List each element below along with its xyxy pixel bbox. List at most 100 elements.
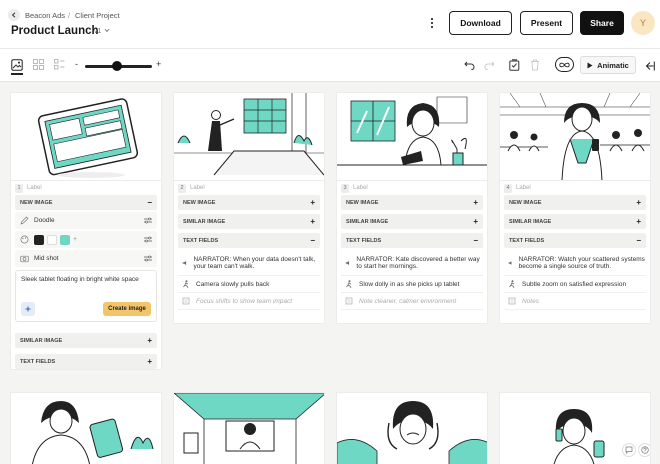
list-view-button[interactable] bbox=[54, 59, 65, 70]
panel-label[interactable]: Label bbox=[27, 185, 42, 191]
panel-image-5[interactable] bbox=[10, 392, 162, 464]
present-button[interactable]: Present bbox=[520, 11, 573, 35]
select-all-button[interactable] bbox=[509, 59, 520, 71]
action-field[interactable]: Subtle zoom on satisfied expression bbox=[504, 276, 646, 293]
collapse-toggle[interactable]: − bbox=[636, 236, 641, 245]
similar-image-section[interactable]: SIMILAR IMAGE + bbox=[341, 214, 483, 229]
version-selector[interactable]: v1 bbox=[94, 28, 101, 35]
panel-label[interactable]: Label bbox=[353, 185, 368, 191]
page-title: Product Launch bbox=[11, 25, 99, 37]
similar-image-section[interactable]: SIMILAR IMAGE + bbox=[15, 333, 157, 348]
collapse-toggle[interactable]: − bbox=[473, 236, 478, 245]
user-avatar[interactable]: Y bbox=[631, 11, 655, 35]
new-image-section[interactable]: NEW IMAGE + bbox=[504, 195, 646, 210]
action-field[interactable]: Slow dolly in as she picks up tablet bbox=[341, 276, 483, 293]
text-fields-section[interactable]: TEXT FIELDS − bbox=[341, 233, 483, 248]
breadcrumb-project[interactable]: Client Project bbox=[75, 11, 120, 20]
section-title: SIMILAR IMAGE bbox=[346, 218, 389, 225]
more-options-icon[interactable] bbox=[430, 17, 434, 29]
prompt-input[interactable]: Sleek tablet floating in bright white sp… bbox=[15, 270, 157, 322]
panel-card-1[interactable]: 1 Label NEW IMAGE − Doodle + Mid shot Sl… bbox=[10, 92, 162, 370]
text-fields-section[interactable]: TEXT FIELDS − bbox=[504, 233, 646, 248]
zoom-in-button[interactable]: + bbox=[156, 59, 161, 69]
animatic-button[interactable]: Animatic bbox=[580, 56, 636, 74]
collapse-toggle[interactable]: − bbox=[147, 198, 152, 207]
text-fields-section[interactable]: TEXT FIELDS − bbox=[178, 233, 320, 248]
expand-toggle[interactable]: + bbox=[473, 198, 478, 207]
back-button[interactable] bbox=[8, 9, 20, 21]
add-color-button[interactable]: + bbox=[73, 236, 77, 243]
new-image-section[interactable]: NEW IMAGE − bbox=[15, 195, 157, 210]
color-swatch-teal[interactable] bbox=[60, 234, 70, 245]
expand-toggle[interactable]: + bbox=[636, 217, 641, 226]
panel-label[interactable]: Label bbox=[190, 185, 205, 191]
section-title: NEW IMAGE bbox=[20, 199, 53, 206]
panel-card-4[interactable]: 4 Label NEW IMAGE + SIMILAR IMAGE + TEXT F… bbox=[499, 92, 651, 324]
adjust-icon[interactable] bbox=[144, 255, 152, 262]
collapse-toggle[interactable]: − bbox=[310, 236, 315, 245]
expand-toggle[interactable]: + bbox=[310, 217, 315, 226]
section-title: NEW IMAGE bbox=[509, 199, 542, 206]
adjust-icon[interactable] bbox=[144, 236, 152, 243]
image-view-button[interactable] bbox=[11, 59, 23, 75]
shot-type-selector[interactable]: Mid shot bbox=[15, 250, 157, 267]
expand-toggle[interactable]: + bbox=[147, 336, 152, 345]
collapse-right-icon bbox=[645, 61, 655, 71]
sparkle-icon[interactable] bbox=[21, 302, 35, 316]
create-image-button[interactable]: Create image bbox=[103, 302, 151, 316]
note-field[interactable]: Focus shifts to show team impact bbox=[178, 293, 320, 310]
panel-image-8[interactable] bbox=[499, 392, 651, 464]
action-text: Subtle zoom on satisfied expression bbox=[522, 280, 627, 288]
panel-image-6[interactable] bbox=[173, 392, 325, 464]
expand-toggle[interactable]: + bbox=[473, 217, 478, 226]
pencil-icon bbox=[20, 216, 29, 225]
share-button[interactable]: Share bbox=[580, 11, 624, 35]
redo-button[interactable] bbox=[484, 61, 495, 70]
similar-image-section[interactable]: SIMILAR IMAGE + bbox=[178, 214, 320, 229]
style-selector[interactable]: Doodle bbox=[15, 212, 157, 229]
panel-image-4[interactable] bbox=[500, 93, 650, 181]
color-swatch-black[interactable] bbox=[34, 234, 44, 245]
undo-button[interactable] bbox=[464, 61, 475, 70]
help-button[interactable] bbox=[638, 443, 650, 457]
grid-view-button[interactable] bbox=[33, 59, 44, 70]
expand-toggle[interactable]: + bbox=[636, 198, 641, 207]
note-text: Focus shifts to show team impact bbox=[196, 297, 293, 305]
zoom-out-button[interactable]: - bbox=[75, 59, 78, 69]
breadcrumb-workspace[interactable]: Beacon Ads bbox=[25, 11, 65, 20]
narrator-field[interactable]: NARRATOR: When your data doesn't talk, y… bbox=[178, 250, 320, 276]
panel-image-2[interactable] bbox=[174, 93, 324, 181]
new-image-section[interactable]: NEW IMAGE + bbox=[178, 195, 320, 210]
chevron-down-icon[interactable] bbox=[104, 28, 110, 33]
expand-toggle[interactable]: + bbox=[310, 198, 315, 207]
tablet-illustration bbox=[37, 98, 139, 178]
storyboard-toolbar: - + Animatic bbox=[0, 48, 660, 82]
collapse-panel-button[interactable] bbox=[645, 61, 655, 71]
expand-toggle[interactable]: + bbox=[147, 357, 152, 366]
panel-image-7[interactable] bbox=[336, 392, 488, 464]
similar-image-section[interactable]: SIMILAR IMAGE + bbox=[504, 214, 646, 229]
panel-card-3[interactable]: 3 Label NEW IMAGE + SIMILAR IMAGE + TEXT F… bbox=[336, 92, 488, 324]
panel-card-2[interactable]: 2 Label NEW IMAGE + SIMILAR IMAGE + TEXT F… bbox=[173, 92, 325, 324]
action-field[interactable]: Camera slowly pulls back bbox=[178, 276, 320, 293]
chat-button[interactable] bbox=[622, 443, 636, 457]
narrator-field[interactable]: NARRATOR: Kate discovered a better way t… bbox=[341, 250, 483, 276]
adjust-icon[interactable] bbox=[144, 217, 152, 224]
text-fields-section[interactable]: TEXT FIELDS + bbox=[15, 354, 157, 369]
delete-button[interactable] bbox=[530, 59, 540, 71]
zoom-slider-thumb[interactable] bbox=[112, 61, 122, 71]
panel-label[interactable]: Label bbox=[516, 185, 531, 191]
section-title: NEW IMAGE bbox=[183, 199, 216, 206]
download-button[interactable]: Download bbox=[449, 11, 512, 35]
new-image-section[interactable]: NEW IMAGE + bbox=[341, 195, 483, 210]
panel-image-3[interactable] bbox=[337, 93, 487, 181]
panel-image-1[interactable] bbox=[11, 93, 161, 181]
color-palette-selector[interactable]: + bbox=[15, 231, 157, 248]
note-field[interactable]: Notes bbox=[504, 293, 646, 310]
note-field[interactable]: Note cleaner, calmer environment bbox=[341, 293, 483, 310]
palette-icon bbox=[20, 235, 29, 244]
color-swatch-white[interactable] bbox=[47, 234, 57, 245]
loop-toggle[interactable] bbox=[555, 57, 574, 72]
narrator-text: NARRATOR: Watch your scattered systems b… bbox=[518, 255, 645, 270]
narrator-field[interactable]: NARRATOR: Watch your scattered systems b… bbox=[504, 250, 646, 276]
